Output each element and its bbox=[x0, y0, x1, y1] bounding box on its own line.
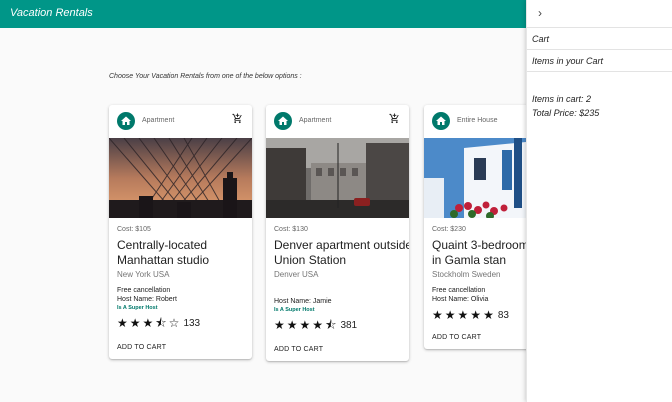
star-icon: ★ bbox=[432, 308, 443, 322]
cancellation-text: Free cancellation bbox=[117, 287, 171, 294]
property-type: Apartment bbox=[142, 117, 175, 124]
card-header: Apartment bbox=[266, 105, 409, 138]
star-icon: ★ bbox=[129, 316, 141, 330]
listing-cost: Cost: $130 bbox=[274, 226, 308, 233]
cart-title: Cart bbox=[527, 28, 672, 50]
listing-photo bbox=[266, 138, 409, 218]
star-icon: ★ bbox=[142, 316, 154, 330]
star-icon: ★ bbox=[312, 318, 324, 332]
star-icon: ★ bbox=[286, 318, 298, 332]
home-icon bbox=[436, 116, 446, 125]
add-to-cart-button[interactable]: ADD TO CART bbox=[117, 344, 166, 351]
cart-drawer: › Cart Items in your Cart Items in cart:… bbox=[526, 0, 672, 402]
home-icon bbox=[278, 116, 288, 125]
cancellation-text bbox=[274, 287, 401, 296]
host-name: Host Name: Jamie bbox=[274, 298, 332, 305]
cart-subtitle: Items in your Cart bbox=[527, 50, 672, 72]
star-icon: ★ bbox=[470, 308, 482, 322]
cart-summary: Items in cart: 2 Total Price: $235 bbox=[527, 72, 672, 120]
star-rating: ★ ★ ★ ★ ⯪ 381 bbox=[274, 319, 401, 331]
review-count: 83 bbox=[497, 310, 509, 321]
listing-location: New York USA bbox=[117, 270, 170, 279]
add-to-cart-button[interactable]: ADD TO CART bbox=[274, 346, 323, 353]
home-icon bbox=[121, 116, 131, 125]
star-empty-icon: ☆ bbox=[168, 316, 180, 330]
star-icon: ★ bbox=[444, 308, 456, 322]
cart-total-price: Total Price: $235 bbox=[532, 108, 600, 118]
home-avatar bbox=[432, 112, 450, 130]
cart-items-count: Items in cart: 2 bbox=[532, 94, 592, 104]
star-icon: ★ bbox=[117, 316, 128, 330]
intro-text: Choose Your Vacation Rentals from one of… bbox=[109, 73, 302, 80]
star-icon: ★ bbox=[483, 308, 494, 322]
listing-card: Apartment Cost: $130 Denver apartment ou… bbox=[266, 105, 409, 361]
star-icon: ★ bbox=[299, 318, 311, 332]
star-icon: ★ bbox=[274, 318, 285, 332]
close-drawer-button[interactable]: › bbox=[527, 0, 672, 28]
listing-name: Centrally-located Manhattan studio bbox=[117, 238, 210, 267]
star-half-icon: ⯪ bbox=[155, 316, 167, 330]
listing-photo bbox=[109, 138, 252, 218]
home-avatar bbox=[274, 112, 292, 130]
star-half-icon: ⯪ bbox=[325, 318, 337, 332]
listing-card: Apartment Cost: $105 Centrally-located M… bbox=[109, 105, 252, 359]
superhost-badge: Is A Super Host bbox=[117, 305, 158, 311]
chevron-right-icon: › bbox=[538, 6, 542, 20]
property-type: Apartment bbox=[299, 117, 332, 124]
add-to-cart-button[interactable]: ADD TO CART bbox=[432, 334, 481, 341]
listing-name: Denver apartment outside Union Station bbox=[274, 238, 409, 267]
property-type: Entire House bbox=[457, 117, 498, 124]
app-title: Vacation Rentals bbox=[10, 7, 93, 19]
add-shopping-cart-icon[interactable] bbox=[232, 113, 243, 124]
star-rating: ★ ★ ★ ⯪ ☆ 133 bbox=[117, 317, 244, 329]
host-name: Host Name: Robert bbox=[117, 296, 177, 303]
listing-location: Denver USA bbox=[274, 270, 319, 279]
superhost-badge: Is A Super Host bbox=[274, 307, 315, 313]
review-count: 133 bbox=[183, 318, 201, 329]
add-shopping-cart-icon[interactable] bbox=[389, 113, 400, 124]
listing-cost: Cost: $105 bbox=[117, 226, 151, 233]
star-icon: ★ bbox=[457, 308, 469, 322]
card-header: Apartment bbox=[109, 105, 252, 138]
review-count: 381 bbox=[340, 320, 358, 331]
home-avatar bbox=[117, 112, 135, 130]
